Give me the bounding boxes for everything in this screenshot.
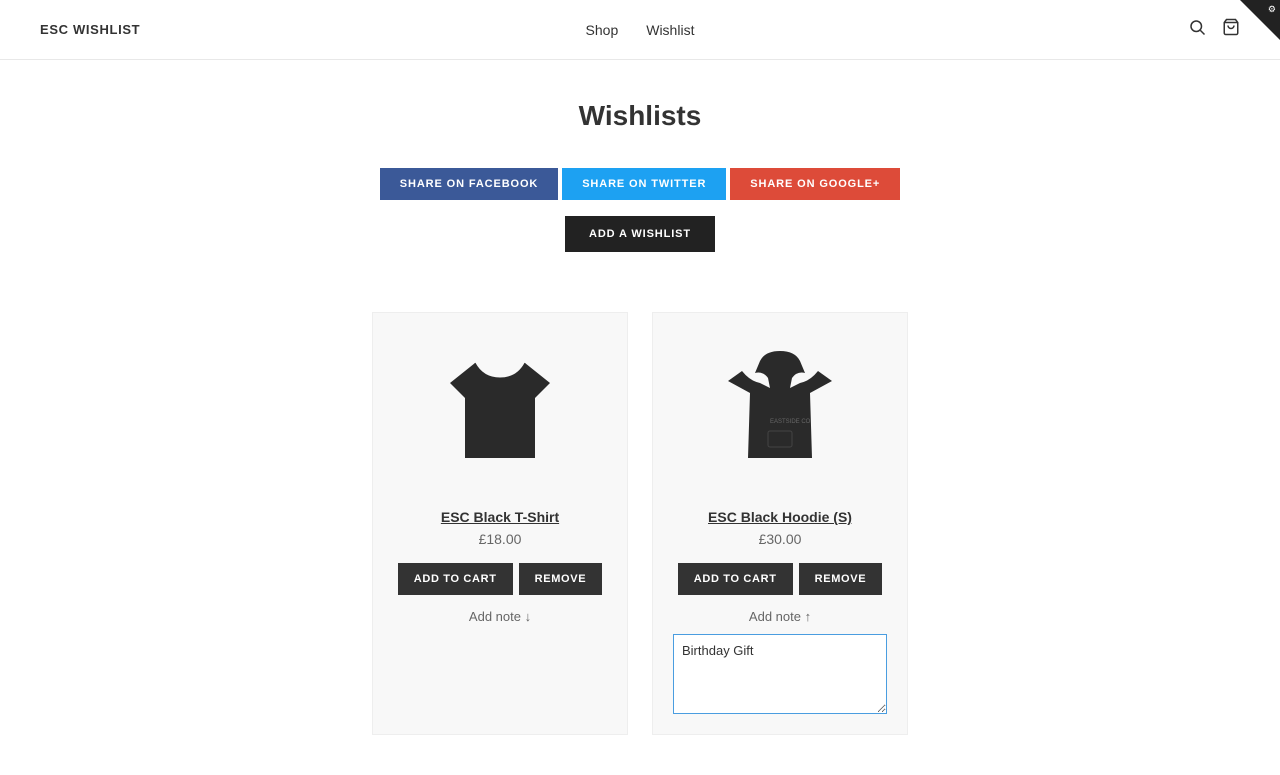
search-icon[interactable] <box>1188 18 1206 41</box>
product-price-2: £30.00 <box>759 531 802 547</box>
svg-text:EASTSIDE CO: EASTSIDE CO <box>770 419 811 425</box>
product-price-1: £18.00 <box>479 531 522 547</box>
share-buttons: SHARE ON FACEBOOK SHARE ON TWITTER SHARE… <box>200 168 1080 200</box>
add-wishlist-button[interactable]: ADD A WISHLIST <box>565 216 715 252</box>
product-image-1 <box>410 333 590 493</box>
page-title: Wishlists <box>200 100 1080 132</box>
main-content: Wishlists SHARE ON FACEBOOK SHARE ON TWI… <box>180 60 1100 775</box>
product-card-2: EASTSIDE CO ESC Black Hoodie (S) £30.00 … <box>652 312 908 735</box>
hoodie-svg: EASTSIDE CO <box>710 343 850 483</box>
product-actions-1: ADD TO CART REMOVE <box>398 563 602 595</box>
corner-badge-icon: ⚙ <box>1268 4 1276 15</box>
add-note-toggle-1[interactable]: Add note ↓ <box>469 609 531 624</box>
note-textarea-2[interactable]: Birthday Gift <box>673 634 887 714</box>
share-facebook-button[interactable]: SHARE ON FACEBOOK <box>380 168 558 200</box>
product-image-2: EASTSIDE CO <box>690 333 870 493</box>
product-card-1: ESC Black T-Shirt £18.00 ADD TO CART REM… <box>372 312 628 735</box>
add-to-cart-button-2[interactable]: ADD TO CART <box>678 563 793 595</box>
remove-button-1[interactable]: REMOVE <box>519 563 603 595</box>
header-icons <box>1188 18 1240 41</box>
nav-wishlist[interactable]: Wishlist <box>646 22 694 38</box>
products-grid: ESC Black T-Shirt £18.00 ADD TO CART REM… <box>200 312 1080 735</box>
remove-button-2[interactable]: REMOVE <box>799 563 883 595</box>
nav-shop[interactable]: Shop <box>586 22 619 38</box>
main-nav: Shop Wishlist <box>586 22 695 38</box>
share-twitter-button[interactable]: SHARE ON TWITTER <box>562 168 726 200</box>
add-note-toggle-2[interactable]: Add note ↑ <box>749 609 811 624</box>
share-googleplus-button[interactable]: SHARE ON GOOGLE+ <box>730 168 900 200</box>
tshirt-svg <box>430 343 570 483</box>
product-actions-2: ADD TO CART REMOVE <box>678 563 882 595</box>
header: ESC WISHLIST Shop Wishlist <box>0 0 1280 60</box>
product-title-2: ESC Black Hoodie (S) <box>708 509 852 525</box>
add-to-cart-button-1[interactable]: ADD TO CART <box>398 563 513 595</box>
cart-icon[interactable] <box>1222 18 1240 41</box>
product-title-1: ESC Black T-Shirt <box>441 509 559 525</box>
site-logo[interactable]: ESC WISHLIST <box>40 22 140 37</box>
